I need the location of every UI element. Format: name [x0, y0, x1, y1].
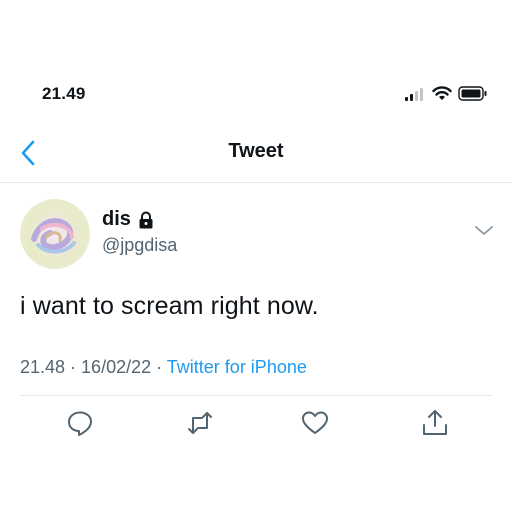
share-icon[interactable] [420, 408, 450, 438]
tweet-text: i want to scream right now. [20, 292, 319, 320]
battery-icon [458, 86, 487, 101]
signal-icon [405, 87, 423, 101]
chevron-down-icon[interactable] [473, 224, 495, 238]
reply-icon[interactable] [65, 408, 95, 438]
heart-icon[interactable] [300, 408, 330, 438]
wifi-icon [432, 86, 452, 100]
action-bar [0, 408, 512, 444]
retweet-icon[interactable] [185, 408, 215, 438]
lock-icon [139, 211, 153, 228]
status-time: 21.49 [42, 84, 86, 103]
status-bar: 21.49 [0, 84, 512, 108]
nav-bar: Tweet [0, 134, 512, 174]
meta-divider [20, 395, 492, 396]
tweet-meta: 21.48 · 16/02/22 · Twitter for iPhone [20, 357, 307, 378]
meta-separator: · [151, 357, 167, 377]
meta-separator: · [65, 357, 82, 377]
author-name-row[interactable]: dis [102, 208, 155, 231]
tweet-time: 21.48 [20, 357, 66, 377]
tweet-source-link[interactable]: Twitter for iPhone [167, 357, 307, 377]
avatar[interactable] [20, 199, 90, 269]
tweet-date: 16/02/22 [81, 357, 152, 377]
display-name[interactable]: dis [102, 208, 131, 231]
header-divider [0, 182, 512, 183]
page-title: Tweet [228, 140, 284, 162]
user-handle[interactable]: @jpgdisa [102, 235, 177, 256]
status-icons [404, 86, 488, 101]
